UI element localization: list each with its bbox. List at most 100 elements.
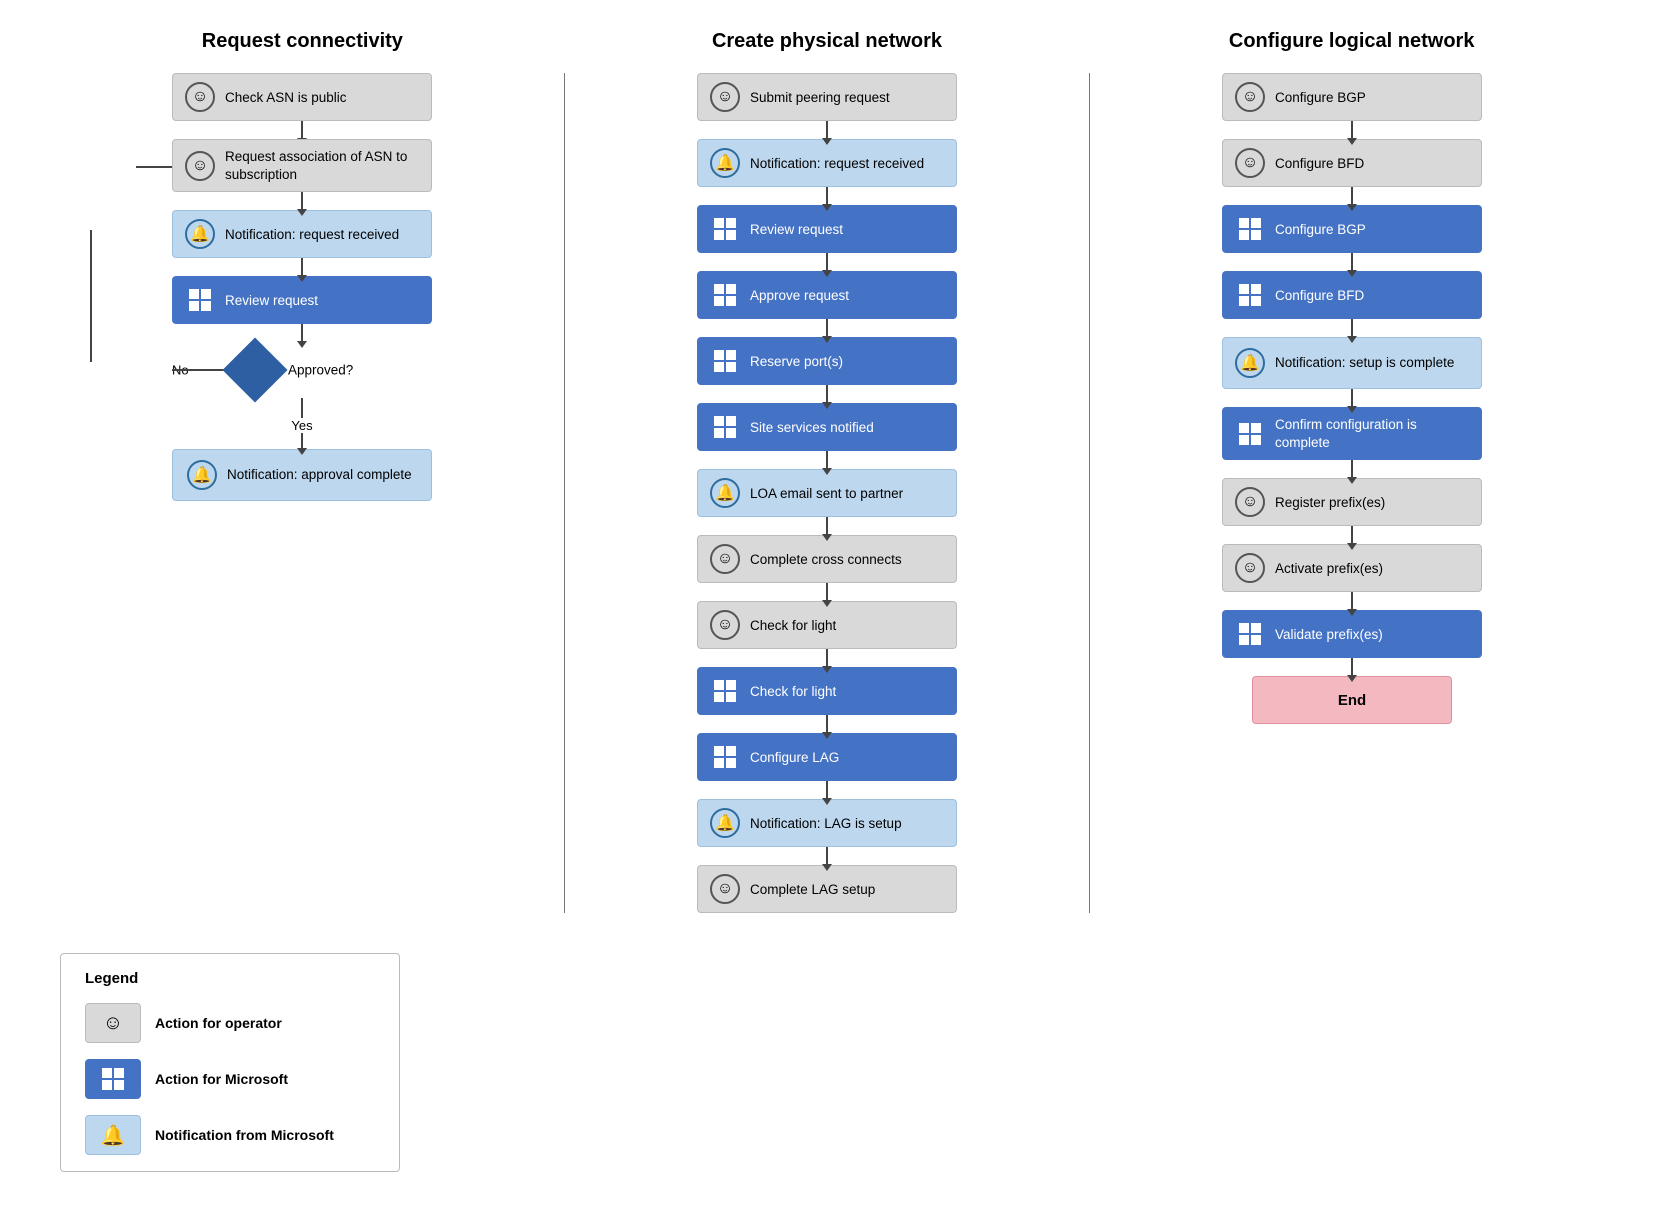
person-icon: ☺: [710, 544, 740, 574]
ms-icon: [102, 1068, 124, 1090]
c3-configure-bgp-2: Configure BGP: [1222, 205, 1482, 253]
c2n1-text: Submit peering request: [750, 90, 890, 105]
c2-review-request: Review request: [697, 205, 957, 253]
c2n2-text: Notification: request received: [750, 156, 924, 171]
c3-configure-bfd-2: Configure BFD: [1222, 271, 1482, 319]
col1-title: Request connectivity: [202, 30, 403, 52]
c3n10-text: End: [1338, 692, 1366, 709]
c3n4-text: Configure BFD: [1275, 288, 1364, 303]
c2-check-light-1: ☺ Check for light: [697, 601, 957, 649]
legend-item-notification: 🔔 Notification from Microsoft: [85, 1115, 375, 1155]
c2-complete-lag: ☺ Complete LAG setup: [697, 865, 957, 913]
approved-diamond: [222, 338, 287, 403]
c3n7-text: Register prefix(es): [1275, 495, 1385, 510]
c2n6-text: Site services notified: [750, 420, 874, 435]
legend-label-operator: Action for operator: [155, 1015, 282, 1031]
c3n5-text: Notification: setup is complete: [1275, 354, 1454, 372]
c1-request-asn: ☺ Request association of ASN to subscrip…: [172, 139, 432, 192]
ms-icon: [1235, 280, 1265, 310]
person-icon: ☺: [1235, 82, 1265, 112]
person-icon: ☺: [1235, 553, 1265, 583]
c3n3-text: Configure BGP: [1275, 222, 1366, 237]
legend-item-operator: ☺ Action for operator: [85, 1003, 375, 1043]
col3-title: Configure logical network: [1229, 30, 1475, 52]
c3n9-text: Validate prefix(es): [1275, 627, 1383, 642]
c3-configure-bgp-1: ☺ Configure BGP: [1222, 73, 1482, 121]
bell-icon: 🔔: [1235, 348, 1265, 378]
c2-notif-received: 🔔 Notification: request received: [697, 139, 957, 187]
ms-icon: [1235, 419, 1265, 449]
c2n9-text: Check for light: [750, 618, 836, 633]
legend-node-gray: ☺: [85, 1003, 141, 1043]
c1n5-text: Notification: approval complete: [227, 466, 412, 484]
bell-icon: 🔔: [710, 808, 740, 838]
col2-title: Create physical network: [712, 30, 942, 52]
person-icon: ☺: [710, 82, 740, 112]
c2n10-text: Check for light: [750, 684, 836, 699]
ms-icon: [710, 412, 740, 442]
ms-icon: [185, 285, 215, 315]
c3-validate-prefix: Validate prefix(es): [1222, 610, 1482, 658]
c2n13-text: Complete LAG setup: [750, 882, 875, 897]
ms-icon: [1235, 214, 1265, 244]
legend-label-microsoft: Action for Microsoft: [155, 1071, 288, 1087]
c3n2-text: Configure BFD: [1275, 156, 1364, 171]
person-icon: ☺: [185, 82, 215, 112]
c2n12-text: Notification: LAG is setup: [750, 816, 902, 831]
person-icon: ☺: [710, 874, 740, 904]
bell-icon: 🔔: [187, 460, 217, 490]
bell-icon: 🔔: [101, 1123, 126, 1148]
c2-site-services: Site services notified: [697, 403, 957, 451]
c1n1-text: Check ASN is public: [225, 90, 347, 105]
c1n4-text: Review request: [225, 293, 318, 308]
c2-submit-peering: ☺ Submit peering request: [697, 73, 957, 121]
c3-notif-setup: 🔔 Notification: setup is complete: [1222, 337, 1482, 389]
person-icon: ☺: [1235, 148, 1265, 178]
c1-check-asn: ☺ Check ASN is public: [172, 73, 432, 121]
person-icon: ☺: [103, 1012, 123, 1035]
yes-label: Yes: [291, 418, 312, 433]
c2-notif-lag-setup: 🔔 Notification: LAG is setup: [697, 799, 957, 847]
legend-node-blue: [85, 1059, 141, 1099]
bell-icon: 🔔: [710, 148, 740, 178]
legend: Legend ☺ Action for operator Action for …: [60, 953, 400, 1172]
c3-end: End: [1252, 676, 1452, 724]
c3-confirm-config: Confirm configuration is complete: [1222, 407, 1482, 460]
c2n11-text: Configure LAG: [750, 750, 839, 765]
c2n8-text: Complete cross connects: [750, 552, 902, 567]
ms-icon: [710, 676, 740, 706]
c2n3-text: Review request: [750, 222, 843, 237]
c2-check-light-2: Check for light: [697, 667, 957, 715]
bell-icon: 🔔: [710, 478, 740, 508]
c1n2-text: Request association of ASN to subscripti…: [225, 148, 419, 183]
legend-item-microsoft: Action for Microsoft: [85, 1059, 375, 1099]
arrow-1: [301, 121, 303, 139]
c1-review-request: Review request: [172, 276, 432, 324]
c2-configure-lag: Configure LAG: [697, 733, 957, 781]
c3n6-text: Confirm configuration is complete: [1275, 416, 1469, 451]
c1-notif-approval: 🔔 Notification: approval complete: [172, 449, 432, 501]
c3n8-text: Activate prefix(es): [1275, 561, 1383, 576]
c3-activate-prefix: ☺ Activate prefix(es): [1222, 544, 1482, 592]
legend-title: Legend: [85, 970, 375, 987]
c3-configure-bfd-1: ☺ Configure BFD: [1222, 139, 1482, 187]
ms-icon: [710, 346, 740, 376]
c2n5-text: Reserve port(s): [750, 354, 843, 369]
ms-icon: [710, 280, 740, 310]
c2-cross-connects: ☺ Complete cross connects: [697, 535, 957, 583]
c2-reserve-ports: Reserve port(s): [697, 337, 957, 385]
c2-loa-email: 🔔 LOA email sent to partner: [697, 469, 957, 517]
ms-icon: [710, 214, 740, 244]
c3n1-text: Configure BGP: [1275, 90, 1366, 105]
ms-icon: [1235, 619, 1265, 649]
person-icon: ☺: [185, 151, 215, 181]
c2-approve-request: Approve request: [697, 271, 957, 319]
legend-label-notification: Notification from Microsoft: [155, 1127, 334, 1143]
c1n3-text: Notification: request received: [225, 227, 399, 242]
c1-notif-received: 🔔 Notification: request received: [172, 210, 432, 258]
person-icon: ☺: [1235, 487, 1265, 517]
ms-icon: [710, 742, 740, 772]
person-icon: ☺: [710, 610, 740, 640]
bell-icon: 🔔: [185, 219, 215, 249]
c3-register-prefix: ☺ Register prefix(es): [1222, 478, 1482, 526]
